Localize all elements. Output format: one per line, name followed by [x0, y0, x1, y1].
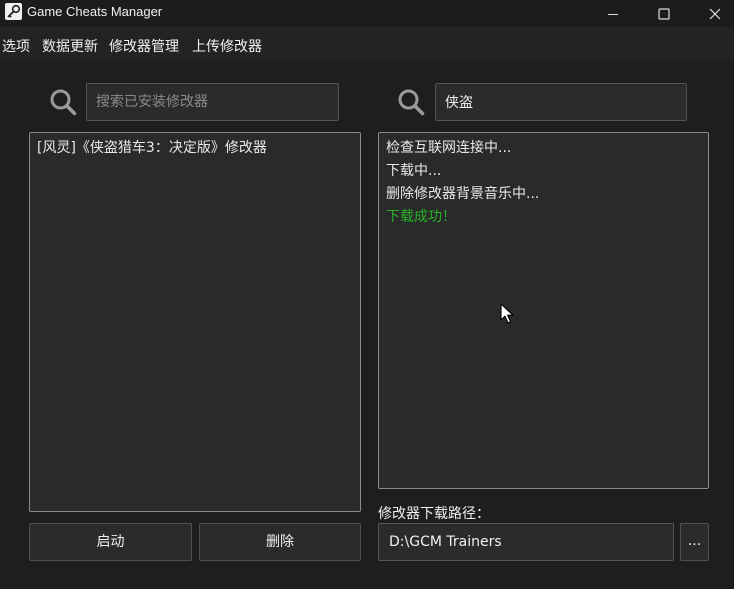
menu-upload-trainer[interactable]: 上传修改器: [192, 36, 262, 56]
installed-trainers-search-input[interactable]: [86, 83, 339, 121]
menu-options[interactable]: 选项: [2, 36, 30, 56]
menu-trainer-management[interactable]: 修改器管理: [109, 36, 179, 56]
log-line: 删除修改器背景音乐中...: [386, 186, 540, 202]
download-path-label: 修改器下载路径：: [378, 506, 490, 522]
delete-button[interactable]: 删除: [199, 523, 361, 561]
close-button[interactable]: [692, 0, 734, 27]
installed-trainers-list[interactable]: [风灵]《侠盗猎车3：决定版》修改器: [29, 132, 361, 512]
maximize-icon: [658, 7, 670, 20]
title-bar: Game Cheats Manager: [0, 0, 734, 27]
search-icon: [398, 89, 425, 116]
menu-bar: 选项 数据更新 修改器管理 上传修改器: [0, 27, 734, 61]
menu-data-update[interactable]: 数据更新: [42, 36, 98, 56]
launch-button[interactable]: 启动: [29, 523, 192, 561]
close-icon: [709, 8, 721, 19]
minimize-icon: [608, 13, 618, 15]
log-line: 下载中...: [386, 163, 442, 179]
log-line: 检查互联网连接中...: [386, 140, 512, 156]
minimize-button[interactable]: [590, 0, 636, 27]
mouse-pointer-icon: [500, 303, 514, 324]
download-path-input[interactable]: [378, 523, 674, 561]
maximize-button[interactable]: [641, 0, 687, 27]
trainer-download-search-input[interactable]: [435, 83, 687, 121]
search-icon: [50, 89, 77, 116]
download-log-panel: 检查互联网连接中... 下载中... 删除修改器背景音乐中... 下载成功！: [378, 132, 709, 489]
browse-path-button[interactable]: ...: [680, 523, 709, 561]
log-line-success: 下载成功！: [386, 209, 456, 225]
window-title: Game Cheats Manager: [27, 4, 163, 19]
list-item[interactable]: [风灵]《侠盗猎车3：决定版》修改器: [37, 137, 267, 157]
key-icon: [5, 3, 22, 20]
